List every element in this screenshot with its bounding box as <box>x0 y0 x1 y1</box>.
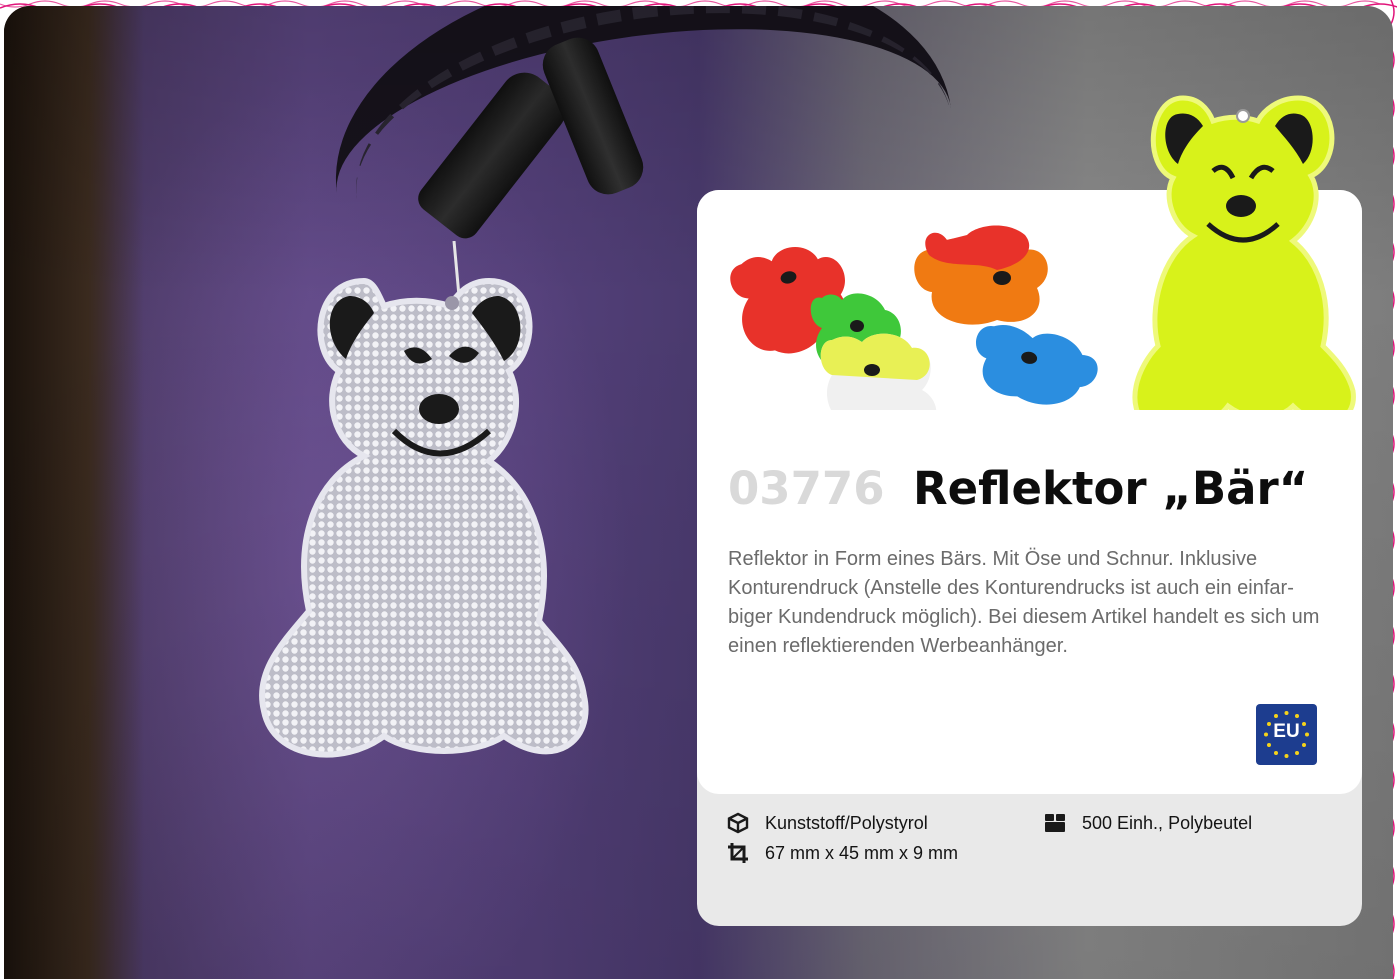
product-info-card: 03776 Reflektor „Bär“ Reflektor in Form … <box>697 95 1362 794</box>
product-title: 03776 Reflektor „Bär“ <box>728 462 1308 522</box>
eu-label: EU <box>1273 721 1300 742</box>
spec-material-value: Kunststoff/Polystyrol <box>765 812 928 833</box>
spec-packaging: 500 Einh., Polybeutel <box>1044 812 1252 834</box>
spec-dimensions-value: 67 mm x 45 mm x 9 mm <box>765 842 959 863</box>
bear-variants-image <box>730 95 1356 410</box>
spec-material: Kunststoff/Polystyrol <box>727 812 928 834</box>
eu-flag-icon: EU <box>1256 704 1317 765</box>
crop-icon <box>728 843 748 863</box>
spec-dimensions: 67 mm x 45 mm x 9 mm <box>727 842 958 864</box>
product-info-panel: 03776 Reflektor „Bär“ Reflektor in Form … <box>697 95 1362 926</box>
product-name: Reflektor „Bär“ <box>913 462 1309 515</box>
box-icon <box>727 812 749 834</box>
bear-reflector-image <box>259 241 589 758</box>
product-description: Reflektor in Form eines Bärs. Mit Öse un… <box>728 548 1320 657</box>
package-icon <box>1045 814 1065 832</box>
spec-packaging-value: 500 Einh., Polybeutel <box>1082 812 1253 833</box>
product-number: 03776 <box>728 462 885 515</box>
